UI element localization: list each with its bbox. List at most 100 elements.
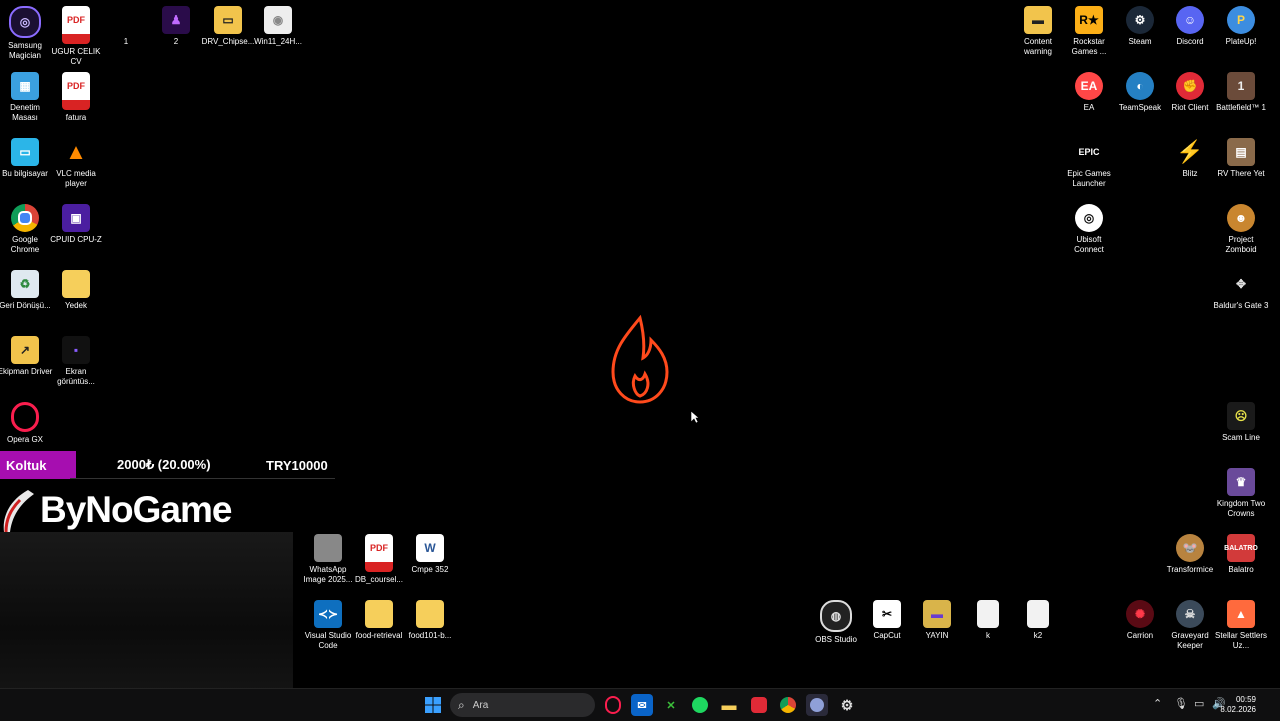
- show-hidden-icons[interactable]: ⌃: [1153, 697, 1162, 710]
- taskbar-chrome[interactable]: [777, 694, 799, 716]
- pdf-icon: PDF: [365, 534, 393, 572]
- folder-icon: [416, 600, 444, 628]
- desktop-icon-samsung-magician[interactable]: ◎ Samsung Magician: [0, 6, 50, 61]
- microphone-icon[interactable]: 🎙: [1174, 697, 1188, 710]
- desktop-icon-drv-chipset[interactable]: ▭ DRV_Chipse...: [202, 6, 254, 47]
- taskbar-spotify[interactable]: [689, 694, 711, 716]
- goal-tag: Koltuk: [0, 451, 76, 479]
- desktop-icon-riot-client[interactable]: ✊ Riot Client: [1165, 72, 1215, 113]
- desktop-icon-ekran-goruntusu[interactable]: ▪ Ekran görüntüs...: [51, 336, 101, 387]
- desktop-icon-teamspeak[interactable]: ◐ TeamSpeak: [1115, 72, 1165, 113]
- desktop-icon-cmpe-352[interactable]: W Cmpe 352: [405, 534, 455, 575]
- desktop-icon-yedek[interactable]: Yedek: [51, 270, 101, 311]
- desktop-icon-ugur-celik-cv[interactable]: PDF UGUR CELIK CV: [51, 6, 101, 67]
- desktop-icon-win11[interactable]: ◉ Win11_24H...: [253, 6, 303, 47]
- disc-image-icon: ◉: [264, 6, 292, 34]
- xbox-icon: ✕: [666, 699, 676, 712]
- baldurs-gate-icon: ✥: [1235, 277, 1247, 291]
- gear-icon: ⚙: [840, 696, 854, 713]
- desktop-icon-k[interactable]: k: [963, 600, 1013, 641]
- taskbar-search[interactable]: ⌕ Ara: [450, 693, 595, 717]
- system-clock[interactable]: 00:59 8.02.2026: [1220, 695, 1256, 715]
- desktop-icon-kingdom[interactable]: ♛ Kingdom Two Crowns: [1216, 468, 1266, 519]
- desktop-icon-balatro[interactable]: BALATRO Balatro: [1216, 534, 1266, 575]
- obs-icon: ◍: [820, 600, 852, 632]
- clock-date: 8.02.2026: [1220, 705, 1256, 714]
- desktop-icon-google-chrome[interactable]: Google Chrome: [0, 204, 50, 255]
- desktop-icon-discord[interactable]: ☺ Discord: [1165, 6, 1215, 47]
- desktop-icon-ubisoft[interactable]: ◎ Ubisoft Connect: [1064, 204, 1114, 255]
- desktop-icon-transformice[interactable]: 🐭 Transformice: [1165, 534, 1215, 575]
- desktop-icon-scam-line[interactable]: ☹ Scam Line: [1216, 402, 1266, 443]
- desktop-icon-project-zomboid[interactable]: ☻ Project Zomboid: [1216, 204, 1266, 255]
- desktop-icon-yayin[interactable]: ▬ YAYIN: [912, 600, 962, 641]
- folder-icon: ▭: [214, 6, 242, 34]
- discord-icon: ☺: [1176, 6, 1204, 34]
- desktop-icon-baldurs-gate[interactable]: ✥ Baldur's Gate 3: [1214, 270, 1269, 311]
- desktop-icon-db-course[interactable]: PDF DB_coursel...: [354, 534, 404, 585]
- desktop-icon-folder-1[interactable]: 1: [101, 6, 151, 47]
- desktop-icon-fatura[interactable]: PDF fatura: [51, 72, 101, 123]
- desktop-icon-rv-there-yet[interactable]: ▤ RV There Yet: [1216, 138, 1266, 179]
- desktop-icon-capcut[interactable]: ✂ CapCut: [862, 600, 912, 641]
- taskbar-unknown-app[interactable]: ⚙: [836, 694, 858, 716]
- desktop-icon-bu-bilgisayar[interactable]: ▭ Bu bilgisayar: [0, 138, 50, 179]
- ubisoft-icon: ◎: [1075, 204, 1103, 232]
- transformice-icon: 🐭: [1176, 534, 1204, 562]
- desktop-icon-ea[interactable]: EA EA: [1064, 72, 1114, 113]
- desktop-icon-vscode[interactable]: ≺≻ Visual Studio Code: [303, 600, 353, 651]
- outlook-icon: ✉: [637, 699, 647, 712]
- desktop-icon-blitz[interactable]: ⚡ Blitz: [1165, 138, 1215, 179]
- desktop-icon-battlefield[interactable]: 1 Battlefield™ 1: [1216, 72, 1266, 113]
- display-icon[interactable]: ▭: [1194, 697, 1204, 710]
- rv-there-yet-icon: ▤: [1227, 138, 1255, 166]
- desktop-icon-rockstar[interactable]: R★ Rockstar Games ...: [1064, 6, 1114, 57]
- taskbar-opera-gx[interactable]: [602, 694, 624, 716]
- folder-icon: ▬: [1024, 6, 1052, 34]
- taskbar-file-explorer[interactable]: ▬: [718, 694, 740, 716]
- search-icon: ⌕: [458, 697, 465, 712]
- brand-name: ByNoGame: [40, 489, 232, 530]
- desktop-icon-folder-2[interactable]: ♟ 2: [151, 6, 201, 47]
- desktop-icon-plateup[interactable]: P PlateUp!: [1216, 6, 1266, 47]
- desktop-icon-food101[interactable]: food101-b...: [405, 600, 455, 641]
- pdf-icon: PDF: [62, 72, 90, 110]
- desktop-icon-geri-donusum[interactable]: ♻ Geri Dönüşü...: [0, 270, 51, 311]
- start-button[interactable]: [422, 694, 444, 716]
- goal-amount: 2000₺ (20.00%): [117, 457, 211, 472]
- desktop-icon-carrion[interactable]: ✺ Carrion: [1115, 600, 1165, 641]
- desktop-icon-food-retrieval[interactable]: food-retrieval: [354, 600, 404, 641]
- chrome-icon: [11, 204, 39, 232]
- desktop-icon-opera-gx[interactable]: Opera GX: [0, 402, 50, 445]
- taskbar-outlook[interactable]: ✉: [631, 694, 653, 716]
- blitz-icon: ⚡: [1176, 139, 1204, 164]
- desktop-icon-ekipman-driver[interactable]: ↗ Ekipman Driver: [0, 336, 52, 377]
- stellar-settlers-icon: ▲: [1227, 600, 1255, 628]
- scam-line-icon: ☹: [1227, 402, 1255, 430]
- ea-icon: EA: [1075, 72, 1103, 100]
- rockstar-icon: R★: [1075, 6, 1103, 34]
- desktop-icon-denetim-masasi[interactable]: ▦ Denetim Masası: [0, 72, 50, 123]
- word-document-icon: W: [416, 534, 444, 562]
- desktop-icon-cpuid[interactable]: ▣ CPUID CPU-Z: [50, 204, 102, 245]
- goal-divider: [70, 478, 335, 479]
- recycle-bin-icon: ♻: [11, 270, 39, 298]
- desktop-icon-whatsapp-image[interactable]: WhatsApp Image 2025...: [303, 534, 353, 585]
- desktop-icon-stellar-settlers[interactable]: ▲ Stellar Settlers Uz...: [1215, 600, 1267, 651]
- taskbar-xbox[interactable]: ✕: [660, 694, 682, 716]
- desktop-icon-k2[interactable]: k2: [1013, 600, 1063, 641]
- desktop-icon-graveyard-keeper[interactable]: ☠ Graveyard Keeper: [1165, 600, 1215, 651]
- folder-icon: [365, 600, 393, 628]
- desktop-icon-obs-studio[interactable]: ◍ OBS Studio: [811, 600, 861, 645]
- desktop-icon-content-warning[interactable]: ▬ Content warning: [1013, 6, 1063, 57]
- samsung-magician-icon: ◎: [9, 6, 41, 38]
- desktop-icon-epic[interactable]: EPIC Epic Games Launcher: [1064, 138, 1114, 189]
- vscode-icon: ≺≻: [314, 600, 342, 628]
- spotify-icon: [692, 697, 708, 713]
- taskbar-obs[interactable]: [806, 694, 828, 716]
- desktop-icon-vlc[interactable]: ▲ VLC media player: [51, 138, 101, 189]
- search-placeholder: Ara: [472, 699, 489, 711]
- desktop-icon-steam[interactable]: ⚙ Steam: [1115, 6, 1165, 47]
- taskbar-riot-client[interactable]: [748, 694, 770, 716]
- graveyard-keeper-icon: ☠: [1176, 600, 1204, 628]
